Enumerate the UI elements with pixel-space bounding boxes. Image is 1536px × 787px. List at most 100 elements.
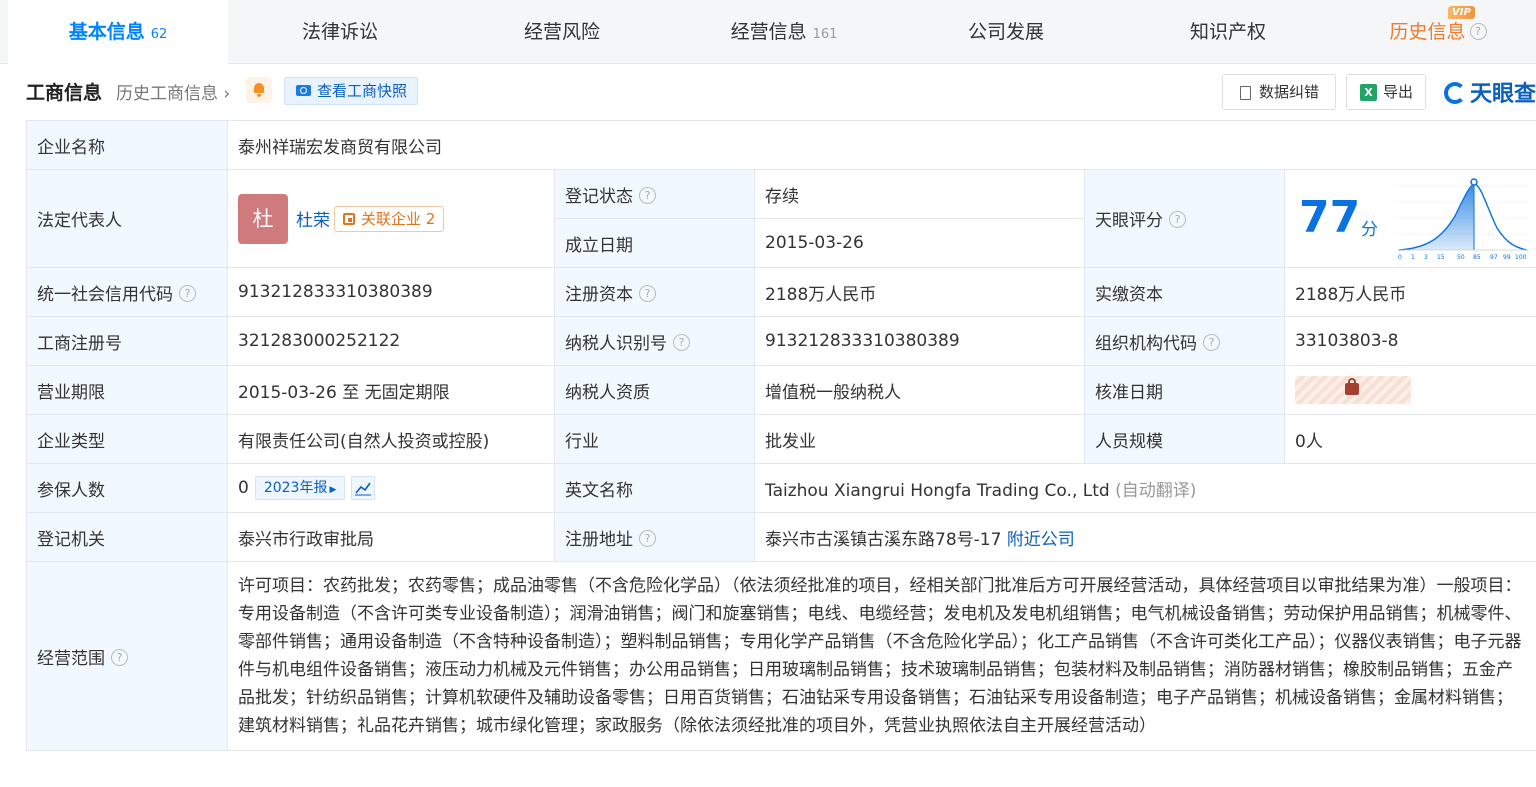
data-correction-button[interactable]: 数据纠错 [1222, 74, 1336, 110]
insured-count: 0 [238, 478, 249, 498]
found-date-label: 成立日期 [554, 218, 755, 268]
history-link-label: 历史工商信息 [116, 84, 218, 104]
tab-history[interactable]: 历史信息? VIP [1340, 0, 1536, 64]
help-icon[interactable]: ? [1203, 333, 1220, 351]
reg-no: 321283000252122 [227, 316, 555, 366]
reg-capital-label: 注册资本 [565, 284, 633, 305]
document-icon [1240, 86, 1251, 100]
taxpayer-id-label: 纳税人识别号 [565, 333, 667, 354]
reg-capital: 2188万人民币 [754, 267, 1085, 317]
brand-name: 天眼查 [1470, 82, 1536, 107]
score-axis-tick: 15 [1437, 254, 1445, 261]
tab-risk[interactable]: 经营风险 [452, 0, 672, 64]
address: 泰兴市古溪镇古溪东路78号-17 [765, 529, 1002, 550]
section-header: 工商信息 历史工商信息 › 查看工商快照 数据纠错 X 导出 天眼查 [26, 74, 1536, 110]
term-label: 营业期限 [26, 365, 228, 415]
snapshot-button[interactable]: 查看工商快照 [284, 77, 419, 105]
excel-icon: X [1360, 84, 1377, 101]
help-icon[interactable]: ? [639, 186, 656, 204]
help-icon[interactable]: ? [111, 648, 128, 666]
score-axis-tick: 50 [1457, 254, 1465, 261]
company-type: 有限责任公司(自然人投资或控股) [227, 414, 555, 464]
score-label-cell: 天眼评分? [1084, 169, 1285, 268]
legal-rep-name[interactable]: 杜荣 [296, 206, 330, 231]
score-wrap: 77 分 0 1 3 15 50 85 97 99 100 [1285, 171, 1536, 267]
reg-status: 存续 [754, 169, 1085, 219]
address-cell: 泰兴市古溪镇古溪东路78号-17 附近公司 [754, 512, 1536, 562]
approve-date-label: 核准日期 [1084, 365, 1285, 415]
reg-no-label: 工商注册号 [26, 316, 228, 366]
company-name: 泰州祥瑞宏发商贸有限公司 [227, 120, 1536, 170]
lock-icon [1345, 378, 1359, 395]
en-name: Taizhou Xiangrui Hongfa Trading Co., Ltd [765, 480, 1110, 501]
credit-code: 913212833310380389 [227, 267, 555, 317]
avatar[interactable]: 杜 [238, 193, 288, 244]
score-axis-tick: 97 [1490, 254, 1498, 261]
related-companies-badge[interactable]: 关联企业 2 [334, 205, 445, 232]
tab-count: 62 [150, 27, 168, 42]
caret-right-icon: ▶ [329, 485, 337, 495]
brand-icon [1444, 82, 1466, 104]
tab-legal[interactable]: 法律诉讼 [230, 0, 450, 64]
legal-rep-cell: 杜杜荣 关联企业 2 [227, 169, 555, 268]
taxpayer-type: 增值税一般纳税人 [754, 365, 1085, 415]
staff: 0人 [1284, 414, 1536, 464]
authority-label: 登记机关 [26, 512, 228, 562]
score-label: 天眼评分 [1095, 211, 1163, 231]
company-name-label: 企业名称 [26, 120, 228, 170]
section-title: 工商信息 [26, 82, 103, 104]
related-label: 关联企业 [361, 209, 422, 228]
trend-chart-icon[interactable] [351, 476, 376, 500]
tab-basic-info[interactable]: 基本信息 62 [8, 0, 228, 65]
found-date: 2015-03-26 [754, 218, 1085, 268]
score-axis-tick: 85 [1473, 254, 1481, 261]
locked-field[interactable] [1295, 376, 1411, 404]
score-unit: 分 [1361, 219, 1378, 240]
snapshot-label: 查看工商快照 [317, 82, 408, 100]
org-code: 33103803-8 [1284, 316, 1536, 366]
industry: 批发业 [754, 414, 1085, 464]
tab-label: 经营风险 [523, 21, 600, 43]
history-link[interactable]: 历史工商信息 › [116, 79, 230, 104]
score-axis-tick: 0 [1398, 254, 1402, 261]
help-icon[interactable]: ? [1469, 22, 1487, 40]
annual-report-badge[interactable]: 2023年报 ▶ [254, 476, 346, 500]
help-icon[interactable]: ? [673, 333, 690, 351]
chevron-right-icon: › [223, 84, 231, 104]
camera-icon [296, 85, 311, 96]
tab-development[interactable]: 公司发展 [896, 0, 1116, 64]
tab-ip[interactable]: 知识产权 [1118, 0, 1338, 64]
vip-badge: VIP [1448, 6, 1475, 19]
credit-code-label-cell: 统一社会信用代码? [26, 267, 228, 317]
nearby-companies-link[interactable]: 附近公司 [1007, 530, 1075, 550]
business-info-table: 企业名称 泰州祥瑞宏发商贸有限公司 法定代表人 杜杜荣 关联企业 2 登记状态? … [26, 120, 1536, 751]
help-icon[interactable]: ? [179, 284, 196, 302]
insured-label: 参保人数 [26, 463, 228, 513]
score-cell[interactable]: 77 分 0 1 3 15 50 85 97 99 100 [1284, 169, 1536, 268]
help-icon[interactable]: ? [639, 284, 656, 302]
tab-operation[interactable]: 经营信息 161 [674, 0, 894, 64]
bell-icon[interactable] [246, 77, 272, 103]
help-icon[interactable]: ? [639, 529, 656, 547]
paid-capital-label: 实缴资本 [1084, 267, 1285, 317]
auto-translate-note: (自动翻译) [1115, 480, 1197, 501]
scope-label-cell: 经营范围? [26, 561, 228, 751]
help-icon[interactable]: ? [1169, 211, 1186, 228]
authority: 泰兴市行政审批局 [227, 512, 555, 562]
export-button[interactable]: X 导出 [1346, 74, 1426, 110]
score-axis-tick: 100 [1515, 254, 1527, 261]
related-count: 2 [425, 209, 436, 228]
taxpayer-type-label: 纳税人资质 [554, 365, 755, 415]
credit-code-label: 统一社会信用代码 [37, 284, 173, 305]
score-axis-tick: 1 [1411, 254, 1415, 261]
staff-label: 人员规模 [1084, 414, 1285, 464]
org-code-label-cell: 组织机构代码? [1084, 316, 1285, 366]
report-label: 2023年报 [263, 480, 328, 496]
score-distribution-chart: 0 1 3 15 50 85 97 99 100 [1397, 177, 1529, 261]
industry-label: 行业 [554, 414, 755, 464]
reg-status-label: 登记状态 [565, 186, 633, 207]
tab-label: 基本信息 [68, 21, 145, 43]
score-value: 77 [1299, 191, 1361, 243]
term: 2015-03-26 至 无固定期限 [227, 365, 555, 415]
scope-label: 经营范围 [37, 648, 105, 669]
